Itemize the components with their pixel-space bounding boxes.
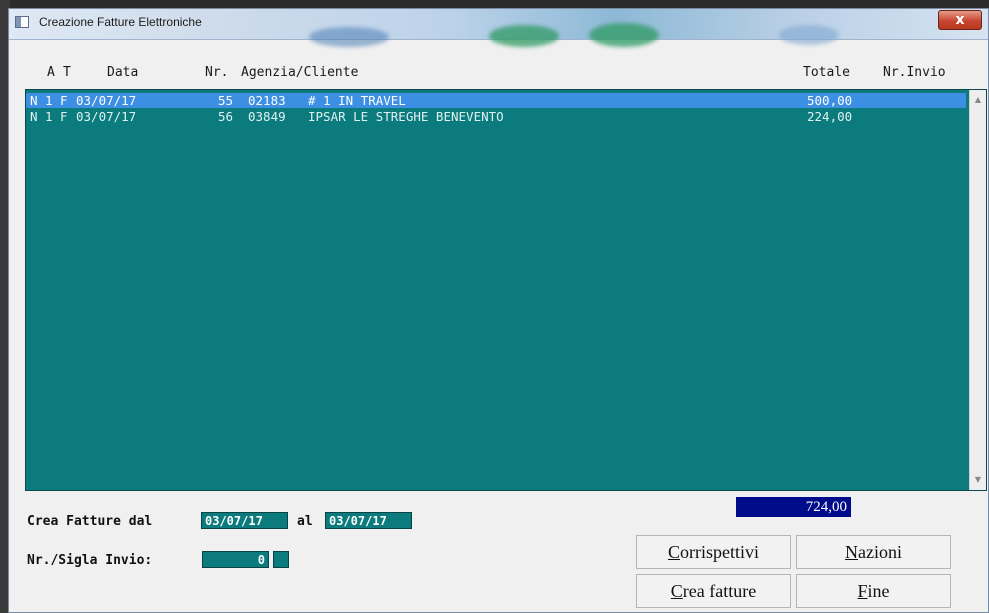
chevron-down-icon: ▼ — [974, 475, 982, 484]
crea-fatture-label: Crea Fatture dal — [27, 514, 153, 529]
date-from-field[interactable]: 03/07/17 — [201, 512, 288, 529]
button-label: orrispettivi — [680, 541, 759, 562]
scroll-up-button[interactable]: ▲ — [970, 92, 986, 108]
titlebar-blur-shape — [779, 25, 839, 45]
titlebar-blur-shape — [489, 25, 559, 47]
cell-cliente: IPSAR LE STREGHE BENEVENTO — [308, 109, 504, 124]
cell-data: 03/07/17 — [76, 93, 137, 108]
sigla-field[interactable] — [273, 551, 289, 568]
cell-t: 1 — [45, 109, 53, 124]
cell-totale: 224,00 — [807, 109, 853, 124]
button-label: azioni — [858, 541, 902, 562]
nr-invio-field[interactable]: 0 — [202, 551, 269, 568]
cell-a: N — [30, 93, 38, 108]
titlebar-blur-shape — [309, 27, 389, 47]
column-header-t: T — [63, 65, 71, 80]
fine-button[interactable]: Fine — [796, 574, 951, 608]
corrispettivi-button[interactable]: Corrispettivi — [636, 535, 791, 569]
cell-nr: 55 — [218, 93, 234, 108]
window-title: Creazione Fatture Elettroniche — [39, 15, 202, 29]
date-to-field[interactable]: 03/07/17 — [325, 512, 412, 529]
table-row[interactable]: N 1 F 03/07/17 56 03849 IPSAR LE STREGHE… — [26, 109, 966, 124]
nazioni-button[interactable]: Nazioni — [796, 535, 951, 569]
cell-t: 1 — [45, 93, 53, 108]
table-row[interactable]: N 1 F 03/07/17 55 02183 # 1 IN TRAVEL 50… — [26, 93, 966, 108]
window-icon[interactable] — [15, 16, 29, 28]
cell-data: 03/07/17 — [76, 109, 137, 124]
column-header-agenzia-cliente: Agenzia/Cliente — [241, 65, 359, 80]
cell-nr: 56 — [218, 109, 234, 124]
close-icon: x — [955, 12, 965, 28]
titlebar-blur-shape — [589, 23, 659, 47]
cell-a: N — [30, 109, 38, 124]
column-header-data: Data — [107, 65, 139, 80]
close-button[interactable]: x — [938, 10, 982, 30]
crea-fatture-button[interactable]: Crea fatture — [636, 574, 791, 608]
button-mnemonic: C — [670, 580, 683, 601]
cell-tipo: F — [60, 109, 68, 124]
chevron-up-icon: ▲ — [974, 95, 982, 104]
invoice-list[interactable]: N 1 F 03/07/17 55 02183 # 1 IN TRAVEL 50… — [25, 89, 987, 491]
al-label: al — [297, 514, 313, 529]
button-mnemonic: N — [845, 541, 858, 562]
main-window: Creazione Fatture Elettroniche x A T Dat… — [8, 8, 989, 613]
button-mnemonic: C — [667, 541, 680, 562]
cell-cliente: # 1 IN TRAVEL — [308, 93, 406, 108]
cell-codice: 02183 — [248, 93, 286, 108]
vertical-scrollbar[interactable]: ▲ ▼ — [969, 90, 986, 490]
list-header: A T Data Nr. Agenzia/Cliente Totale Nr.I… — [23, 65, 973, 81]
column-header-nr: Nr. — [205, 65, 229, 80]
sigla-invio-label: Nr./Sigla Invio: — [27, 553, 153, 568]
button-label: rea fatture — [682, 580, 757, 601]
title-bar[interactable]: Creazione Fatture Elettroniche x — [9, 9, 988, 47]
column-header-a: A — [47, 65, 55, 80]
grand-total: 724,00 — [736, 497, 851, 517]
column-header-totale: Totale — [803, 65, 850, 80]
button-mnemonic: F — [857, 580, 868, 601]
button-label: ine — [867, 580, 890, 601]
scroll-down-button[interactable]: ▼ — [970, 472, 986, 488]
cell-codice: 03849 — [248, 109, 286, 124]
cell-totale: 500,00 — [807, 93, 853, 108]
column-header-nr-invio: Nr.Invio — [883, 65, 946, 80]
cell-tipo: F — [60, 93, 68, 108]
